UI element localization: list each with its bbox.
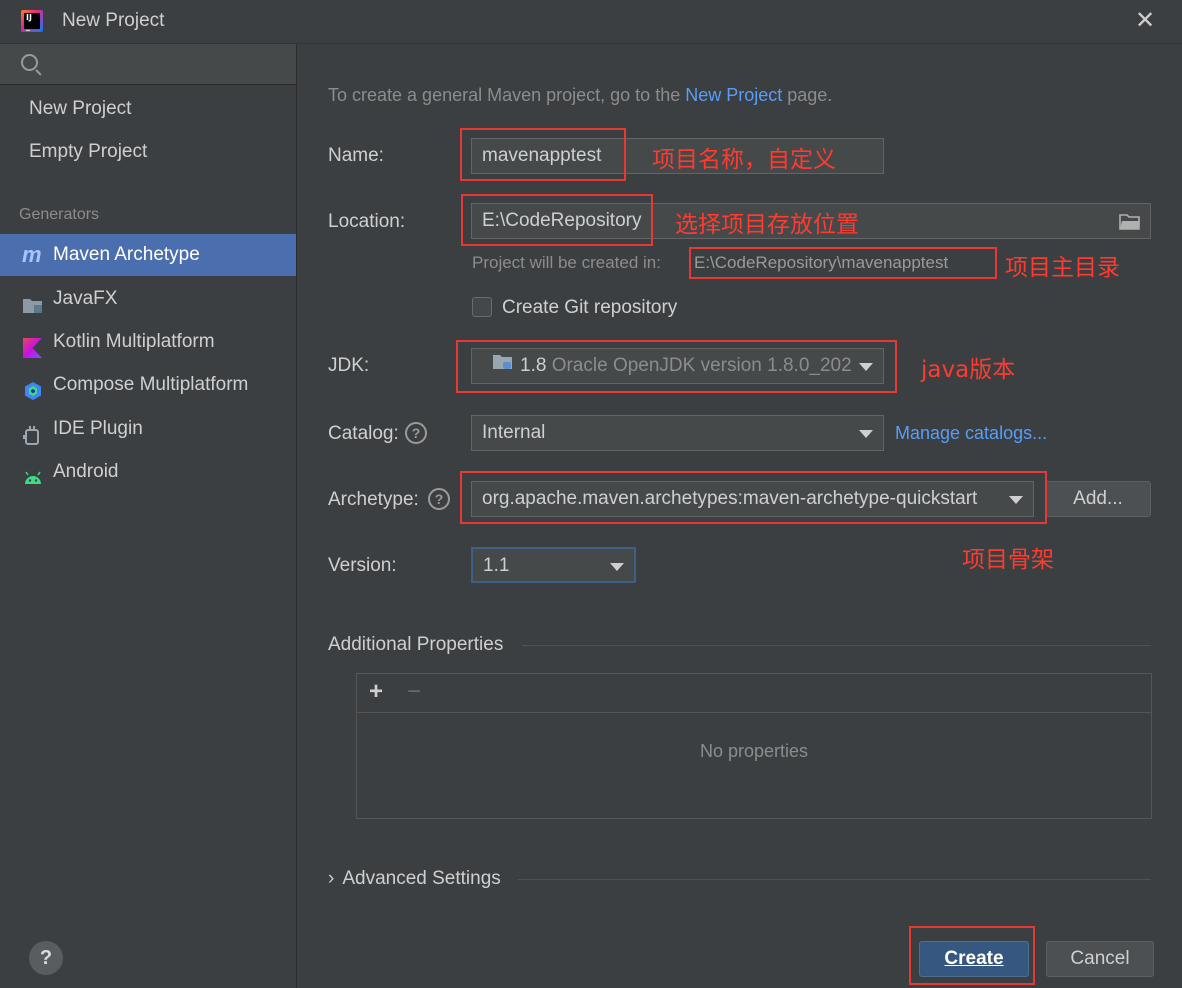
cancel-button[interactable]: Cancel: [1046, 941, 1154, 977]
annotation-java-version: java版本: [921, 357, 1016, 383]
properties-panel: + − No properties: [356, 673, 1152, 819]
annotation-name: 项目名称，自定义: [652, 147, 836, 173]
advanced-settings-toggle[interactable]: › Advanced Settings: [328, 868, 501, 890]
catalog-value: Internal: [482, 422, 546, 443]
jdk-label: JDK:: [328, 355, 370, 376]
properties-toolbar: + −: [357, 674, 1151, 713]
version-label: Version:: [328, 555, 397, 576]
sidebar: New Project Empty Project Generators m M…: [0, 44, 297, 988]
sidebar-item-kotlin-multiplatform[interactable]: Kotlin Multiplatform: [0, 321, 296, 363]
git-checkbox-label: Create Git repository: [502, 297, 678, 318]
sidebar-item-label: Android: [53, 461, 119, 482]
close-button[interactable]: ✕: [1132, 8, 1158, 34]
version-value: 1.1: [483, 555, 510, 576]
catalog-label: Catalog:: [328, 423, 399, 444]
intro-suffix: page.: [782, 85, 833, 105]
sidebar-item-maven-archetype[interactable]: m Maven Archetype: [0, 234, 296, 276]
no-properties-text: No properties: [699, 741, 809, 761]
window-title: New Project: [62, 10, 165, 31]
maven-icon: m: [22, 242, 42, 267]
add-archetype-button[interactable]: Add...: [1045, 481, 1151, 517]
title-bar: IJ _ New Project ✕: [0, 0, 1182, 44]
annotation-archetype: 项目骨架: [962, 547, 1054, 573]
catalog-help-icon[interactable]: ?: [405, 422, 427, 444]
chevron-down-icon: [859, 430, 873, 438]
version-select[interactable]: 1.1: [471, 547, 636, 583]
search-icon: [21, 54, 38, 71]
remove-property-icon[interactable]: −: [407, 678, 421, 706]
kotlin-icon: [22, 332, 44, 358]
sidebar-item-ide-plugin[interactable]: IDE Plugin: [0, 408, 296, 450]
chevron-down-icon: [610, 563, 624, 571]
intro-text: To create a general Maven project, go to…: [328, 85, 832, 106]
intellij-logo-icon: IJ _: [21, 10, 43, 32]
add-property-icon[interactable]: +: [369, 678, 383, 706]
archetype-label: Archetype:: [328, 489, 419, 510]
javafx-folder-icon: [22, 289, 44, 313]
annotation-box-location: [461, 194, 653, 246]
annotation-box-archetype: [460, 471, 1047, 524]
annotation-box-jdk: [456, 340, 897, 393]
sidebar-item-label: New Project: [29, 98, 132, 119]
git-checkbox[interactable]: [472, 297, 492, 317]
intro-prefix: To create a general Maven project, go to…: [328, 85, 686, 105]
advanced-settings-label: Advanced Settings: [342, 868, 501, 889]
sidebar-item-new-project[interactable]: New Project: [0, 88, 296, 130]
sidebar-item-label: Compose Multiplatform: [53, 374, 249, 395]
manage-catalogs-link[interactable]: Manage catalogs...: [895, 423, 1047, 444]
annotation-box-create: [909, 926, 1035, 985]
annotation-box-main-dir: [689, 247, 997, 279]
generators-heading: Generators: [19, 206, 100, 223]
section-divider: [518, 879, 1151, 880]
sidebar-item-javafx[interactable]: JavaFX: [0, 278, 296, 320]
annotation-box-name: [460, 128, 626, 181]
sidebar-item-label: Kotlin Multiplatform: [53, 331, 215, 352]
folder-browse-icon[interactable]: [1119, 213, 1141, 235]
chevron-right-icon: ›: [328, 868, 335, 889]
new-project-link[interactable]: New Project: [685, 85, 782, 105]
sidebar-item-label: Empty Project: [29, 141, 148, 162]
name-label: Name:: [328, 145, 384, 166]
location-label: Location:: [328, 211, 406, 232]
sidebar-item-compose-multiplatform[interactable]: Compose Multiplatform: [0, 364, 296, 406]
annotation-main-dir: 项目主目录: [1005, 255, 1120, 281]
sidebar-item-label: IDE Plugin: [53, 418, 143, 439]
catalog-select[interactable]: Internal: [471, 415, 884, 451]
archetype-help-icon[interactable]: ?: [428, 488, 450, 510]
sidebar-item-empty-project[interactable]: Empty Project: [0, 131, 296, 173]
android-icon: [22, 462, 44, 484]
compose-icon: [22, 375, 44, 400]
search-input[interactable]: [0, 44, 296, 85]
sidebar-item-label: Maven Archetype: [53, 244, 200, 265]
sidebar-item-android[interactable]: Android: [0, 451, 296, 493]
help-button[interactable]: ?: [29, 941, 63, 975]
section-divider: [522, 645, 1151, 646]
created-in-label: Project will be created in:: [472, 253, 661, 272]
annotation-location: 选择项目存放位置: [675, 212, 859, 238]
additional-properties-heading: Additional Properties: [328, 634, 504, 655]
plugin-icon: [22, 419, 44, 445]
sidebar-item-label: JavaFX: [53, 288, 118, 309]
